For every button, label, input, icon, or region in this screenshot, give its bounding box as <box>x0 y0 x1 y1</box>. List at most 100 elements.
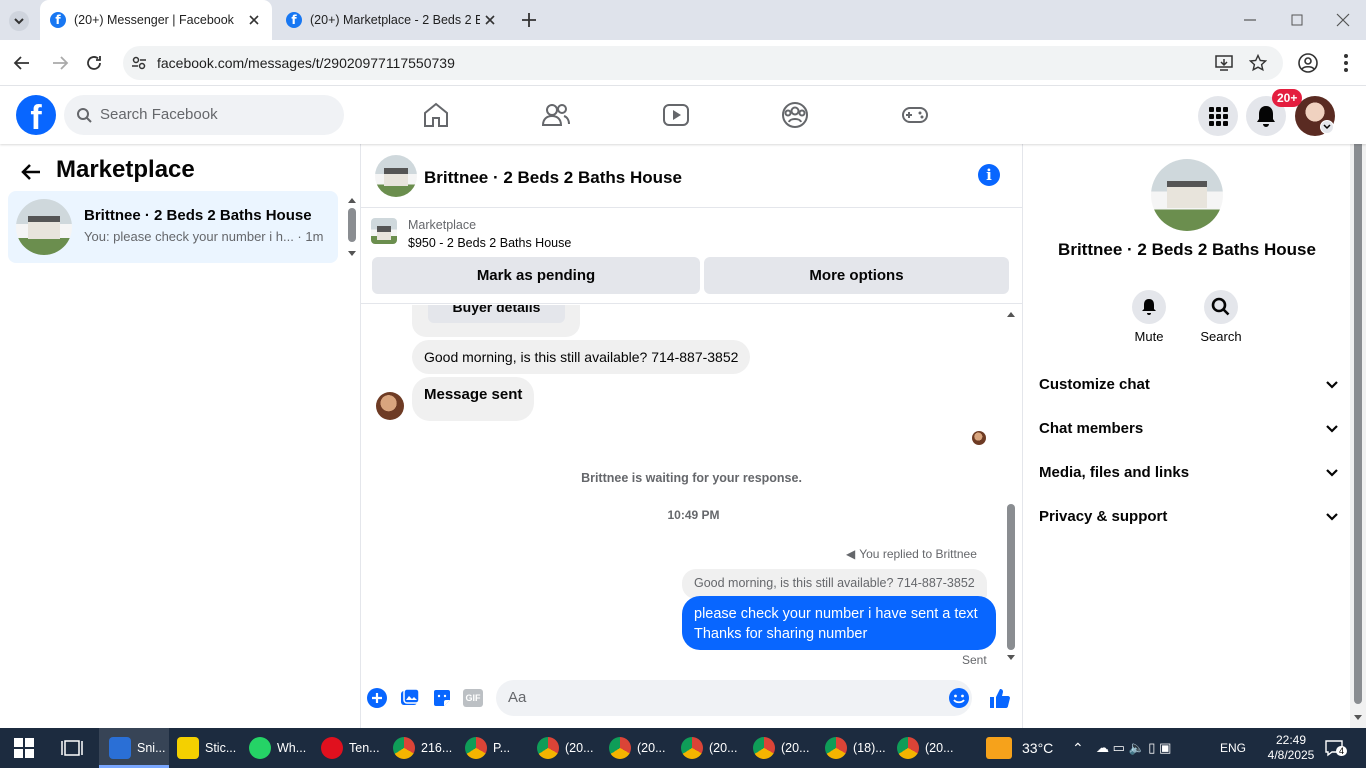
profile-icon[interactable] <box>1297 52 1319 74</box>
chevron-down-icon <box>1326 381 1338 389</box>
chat-members-section[interactable]: Chat members <box>1039 420 1339 437</box>
conversation-item[interactable]: Brittnee · 2 Beds 2 Baths House You: ple… <box>8 191 338 263</box>
reload-icon[interactable] <box>84 53 104 73</box>
chat-scroll-down-arrow-icon[interactable] <box>1006 654 1016 662</box>
account-chevron-icon[interactable] <box>1320 120 1334 134</box>
search-conversation-button[interactable] <box>1204 290 1238 324</box>
page-scroll-down-icon[interactable] <box>1353 714 1363 722</box>
weather-widget[interactable]: 33°C <box>986 728 1053 768</box>
section-label: Privacy & support <box>1039 508 1168 525</box>
conversation-name: Brittnee · 2 Beds 2 Baths House <box>84 207 312 224</box>
chat-header: Brittnee · 2 Beds 2 Baths House i <box>361 144 1022 208</box>
taskbar-app-chrome[interactable]: 216... <box>385 728 455 768</box>
back-arrow-icon[interactable] <box>20 162 42 182</box>
message-input[interactable]: Aa <box>496 680 972 716</box>
tab-search-chevron-icon[interactable] <box>8 10 30 32</box>
bookmark-star-icon[interactable] <box>1249 54 1267 72</box>
taskbar-app-whatsapp[interactable]: Wh... <box>241 728 311 768</box>
waiting-notice: Brittnee is waiting for your response. <box>581 471 802 485</box>
friends-icon[interactable] <box>541 100 571 130</box>
show-hidden-icons-icon[interactable]: ⌃ <box>1072 728 1084 768</box>
groups-icon[interactable] <box>780 100 810 130</box>
new-tab-icon[interactable] <box>520 11 538 29</box>
menu-grid-button[interactable] <box>1198 96 1238 136</box>
page-scrollbar[interactable] <box>1350 86 1366 728</box>
taskbar-app-chrome[interactable]: (20... <box>889 728 959 768</box>
taskbar-app-chrome[interactable]: (20... <box>601 728 671 768</box>
sent-status: Sent <box>962 653 987 667</box>
taskbar-label: 216... <box>421 741 453 755</box>
sticker-icon[interactable] <box>432 688 452 708</box>
search-placeholder: Search Facebook <box>100 106 218 123</box>
start-button[interactable] <box>14 728 34 768</box>
taskbar-app-chrome[interactable]: (20... <box>673 728 743 768</box>
clock[interactable]: 22:49 4/8/2025 <box>1264 728 1318 768</box>
customize-chat-section[interactable]: Customize chat <box>1039 376 1339 393</box>
info-icon[interactable]: i <box>978 164 1000 186</box>
page-scrollbar-thumb[interactable] <box>1354 104 1362 704</box>
close-tab-icon[interactable] <box>246 12 262 28</box>
like-thumb-icon[interactable] <box>988 687 1010 709</box>
taskbar-app-chrome[interactable]: P... <box>457 728 527 768</box>
more-options-button[interactable]: More options <box>704 257 1009 294</box>
photo-icon[interactable] <box>400 688 420 708</box>
forward-icon[interactable] <box>50 53 70 73</box>
quoted-message[interactable]: Good morning, is this still available? 7… <box>682 569 987 599</box>
gaming-icon[interactable] <box>900 100 930 130</box>
whatsapp-icon <box>249 737 271 759</box>
minimize-icon[interactable] <box>1242 12 1258 28</box>
notification-center-icon[interactable]: 4 <box>1324 728 1348 768</box>
search-label: Search <box>1200 329 1242 344</box>
gif-icon[interactable]: GIF <box>463 689 483 707</box>
language-indicator[interactable]: ENG <box>1220 728 1246 768</box>
taskbar-label: (20... <box>565 741 594 755</box>
install-app-icon[interactable] <box>1215 54 1233 72</box>
listing-thumbnail <box>16 199 72 255</box>
chat-scroll-up-arrow-icon[interactable] <box>1006 310 1016 318</box>
browser-menu-icon[interactable] <box>1336 52 1356 74</box>
tab-messenger[interactable]: f (20+) Messenger | Facebook <box>40 0 272 40</box>
back-icon[interactable] <box>12 53 32 73</box>
restore-icon[interactable] <box>1289 12 1305 28</box>
buyer-details-button[interactable]: Buyer details <box>428 305 565 323</box>
home-icon[interactable] <box>421 100 451 130</box>
privacy-support-section[interactable]: Privacy & support <box>1039 508 1339 525</box>
taskbar-label: Wh... <box>277 741 307 755</box>
tab-marketplace[interactable]: f (20+) Marketplace - 2 Beds 2 B <box>276 0 508 40</box>
task-view-icon[interactable] <box>61 728 83 768</box>
mark-as-pending-button[interactable]: Mark as pending <box>372 257 700 294</box>
scroll-up-arrow-icon[interactable] <box>347 196 357 204</box>
site-info-icon[interactable] <box>131 55 147 71</box>
media-files-links-section[interactable]: Media, files and links <box>1039 464 1339 481</box>
chat-title[interactable]: Brittnee · 2 Beds 2 Baths House <box>424 168 682 188</box>
plus-circle-icon[interactable] <box>367 688 387 708</box>
close-window-icon[interactable] <box>1335 12 1351 28</box>
watch-icon[interactable] <box>661 100 691 130</box>
taskbar-app-chrome[interactable]: (20... <box>529 728 599 768</box>
listing-thumbnail-small[interactable] <box>371 218 397 244</box>
tray-icons[interactable]: ☁ ▭ 🔈 ▯ ▣ <box>1096 728 1171 768</box>
taskbar-app-chrome[interactable]: (20... <box>745 728 815 768</box>
tab-title: (20+) Messenger | Facebook <box>74 13 234 27</box>
chrome-icon <box>897 737 919 759</box>
emoji-icon[interactable] <box>948 687 970 709</box>
taskbar-app-sticky[interactable]: Stic... <box>169 728 239 768</box>
listing-title[interactable]: $950 - 2 Beds 2 Baths House <box>408 236 571 250</box>
scroll-down-arrow-icon[interactable] <box>347 250 357 258</box>
opera-icon <box>321 737 343 759</box>
profile-photo[interactable] <box>1151 159 1223 231</box>
facebook-header: f Search Facebook 20+ <box>0 86 1366 144</box>
address-bar[interactable]: facebook.com/messages/t/2902097711755073… <box>123 46 1283 80</box>
chevron-down-icon <box>1326 469 1338 477</box>
taskbar-app-snipping[interactable]: Sni... <box>99 728 169 768</box>
chat-avatar[interactable] <box>375 155 417 197</box>
mute-button[interactable] <box>1132 290 1166 324</box>
taskbar-app-opera[interactable]: Ten... <box>313 728 383 768</box>
taskbar-app-chrome[interactable]: (18)... <box>817 728 887 768</box>
left-scrollbar-thumb[interactable] <box>348 208 356 242</box>
close-tab-icon[interactable] <box>482 12 498 28</box>
facebook-logo-icon[interactable]: f <box>16 95 56 135</box>
chat-scrollbar-thumb[interactable] <box>1007 504 1015 650</box>
section-label: Media, files and links <box>1039 464 1190 481</box>
facebook-search-input[interactable]: Search Facebook <box>64 95 344 135</box>
